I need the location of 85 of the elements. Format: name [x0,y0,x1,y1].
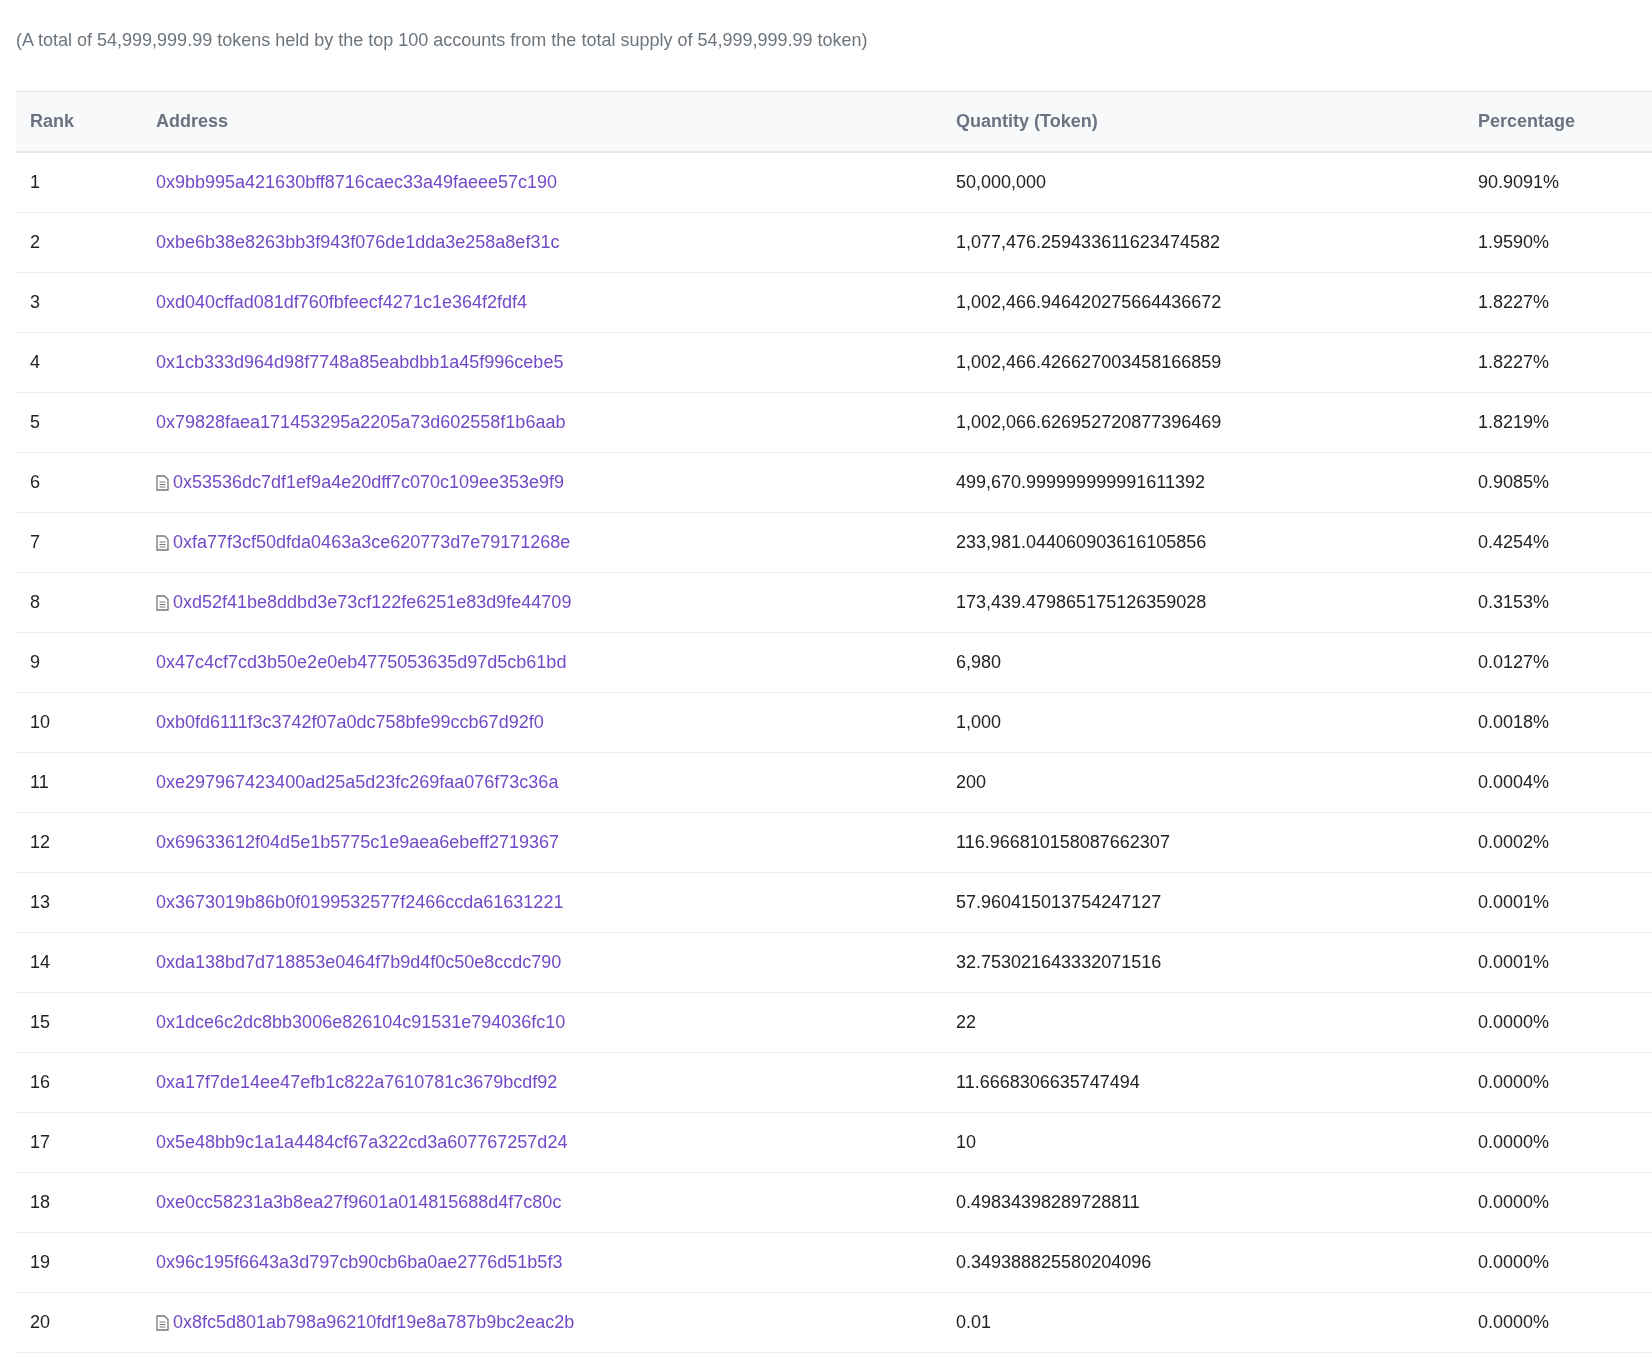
address-link[interactable]: 0x8fc5d801ab798a96210fdf19e8a787b9bc2eac2b [173,1312,575,1333]
address-link[interactable]: 0xfa77f3cf50dfda0463a3ce620773d7e79171268e [173,532,571,553]
column-header: Rank [29,111,75,132]
quantity-cell-text: 6,980 [956,652,1003,673]
address-link[interactable]: 0xbe6b38e8263bb3f943f076de1dda3e258a8ef31c [156,232,560,253]
quantity-cell-text: 0.349388825580204096 [956,1252,1153,1273]
quantity-cell-text: 10 [956,1132,978,1153]
quantity-cell-text: 0.01 [956,1312,993,1333]
quantity-cell-text: 116.966810158087662307 [956,832,1171,853]
quantity-cell-text: 173,439.479865175126359028 [956,592,1208,613]
rank-cell-text: 10 [29,712,52,733]
rank-cell-text: 12 [29,832,52,853]
quantity-cell-text: 50,000,000 [956,172,1048,193]
quantity-cell-text: 1,077,476.259433611623474582 [956,232,1221,253]
quantity-cell-text: 0.49834398289728811 [956,1192,1141,1213]
percentage-cell-text: 0.0018% [1478,712,1551,733]
percentage-cell-text: 0.9085% [1478,472,1551,493]
column-header: Quantity (Token) [956,111,1099,132]
rank-cell-text: 1 [29,172,41,193]
percentage-cell-text: 0.0000% [1478,1192,1551,1213]
percentage-cell-text: 0.0000% [1478,1252,1551,1273]
rank-cell-text: 11 [29,772,50,793]
percentage-cell-text: 0.4254% [1478,532,1551,553]
address-link[interactable]: 0x69633612f04d5e1b5775c1e9aea6ebeff2719367 [156,832,560,853]
percentage-cell-text: 0.0127% [1478,652,1551,673]
rank-cell-text: 18 [29,1192,52,1213]
address-link[interactable]: 0xd52f41be8ddbd3e73cf122fe6251e83d9fe44709 [173,592,572,613]
address-link[interactable]: 0xda138bd7d718853e0464f7b9d4f0c50e8ccdc790 [156,952,562,973]
address-link[interactable]: 0x47c4cf7cd3b50e2e0eb4775053635d97d5cb61bd [156,652,567,673]
rank-cell-text: 7 [29,532,41,553]
percentage-cell-text: 90.9091% [1478,172,1561,193]
quantity-cell-text: 200 [956,772,988,793]
percentage-cell-text: 0.0000% [1478,1312,1551,1333]
percentage-cell-text: 0.3153% [1478,592,1551,613]
quantity-cell-text: 499,670.999999999991611392 [956,472,1206,493]
address-link[interactable]: 0xa17f7de14ee47efb1c822a7610781c3679bcdf92 [156,1072,558,1093]
rank-cell-text: 6 [29,472,41,493]
rank-cell-text: 14 [29,952,52,973]
quantity-cell-text: 32.753021643332071516 [956,952,1163,973]
address-link[interactable]: 0x79828faea171453295a2205a73d602558f1b6aab [156,412,566,433]
percentage-cell-text: 0.0002% [1478,832,1551,853]
rank-cell-text: 13 [29,892,52,913]
quantity-cell-text: 233,981.044060903616105856 [956,532,1208,553]
address-link[interactable]: 0x53536dc7df1ef9a4e20dff7c070c109ee353e9f9 [173,472,565,493]
address-link[interactable]: 0x9bb995a421630bff8716caec33a49faeee57c190 [156,172,558,193]
rank-cell-text: 16 [29,1072,52,1093]
quantity-cell-text: 1,002,466.946420275664436672 [956,292,1223,313]
rank-cell-text: 15 [29,1012,52,1033]
quantity-cell-text: 57.960415013754247127 [956,892,1163,913]
rank-cell-text: 9 [29,652,41,673]
percentage-cell-text: 0.0001% [1478,952,1551,973]
address-link[interactable]: 0x1dce6c2dc8bb3006e826104c91531e794036fc10 [156,1012,566,1033]
quantity-cell-text: 11.6668306635747494 [956,1072,1141,1093]
address-link[interactable]: 0xb0fd6111f3c3742f07a0dc758bfe99ccb67d92f0 [156,712,544,733]
percentage-cell-text: 1.8227% [1478,352,1551,373]
holders-summary: (A total of 54,999,999.99 tokens held by the top 100 accounts from the total supply of 54,999,999.99 token) [16,29,869,52]
rank-cell-text: 5 [29,412,41,433]
percentage-cell-text: 1.8219% [1478,412,1551,433]
rank-cell-text: 17 [29,1132,52,1153]
rank-cell-text: 19 [29,1252,52,1273]
column-header: Address [156,111,230,132]
quantity-cell-text: 1,000 [956,712,1003,733]
quantity-cell-text: 22 [956,1012,978,1033]
percentage-cell-text: 0.0004% [1478,772,1551,793]
percentage-cell-text: 0.0000% [1478,1132,1551,1153]
percentage-cell-text: 1.9590% [1478,232,1551,253]
quantity-cell-text: 1,002,466.426627003458166859 [956,352,1223,373]
rank-cell-text: 8 [29,592,41,613]
percentage-cell-text: 0.0000% [1478,1072,1551,1093]
address-link[interactable]: 0x3673019b86b0f0199532577f2466ccda61631221 [156,892,564,913]
percentage-cell-text: 0.0001% [1478,892,1551,913]
rank-cell-text: 4 [29,352,41,373]
address-link[interactable]: 0xe0cc58231a3b8ea27f9601a014815688d4f7c80c [156,1192,562,1213]
percentage-cell-text: 1.8227% [1478,292,1551,313]
address-link[interactable]: 0xd040cffad081df760fbfeecf4271c1e364f2fdf4 [156,292,527,313]
quantity-cell-text: 1,002,066.626952720877396469 [956,412,1223,433]
rank-cell-text: 2 [29,232,41,253]
column-header: Percentage [1478,111,1577,132]
rank-cell-text: 20 [29,1312,52,1333]
percentage-cell-text: 0.0000% [1478,1012,1551,1033]
address-link[interactable]: 0x1cb333d964d98f7748a85eabdbb1a45f996cebe5 [156,352,564,373]
address-link[interactable]: 0x96c195f6643a3d797cb90cb6ba0ae2776d51b5f3 [156,1252,563,1273]
address-link[interactable]: 0x5e48bb9c1a1a4484cf67a322cd3a607767257d24 [156,1132,568,1153]
address-link[interactable]: 0xe297967423400ad25a5d23fc269faa076f73c36a [156,772,559,793]
rank-cell-text: 3 [29,292,41,313]
